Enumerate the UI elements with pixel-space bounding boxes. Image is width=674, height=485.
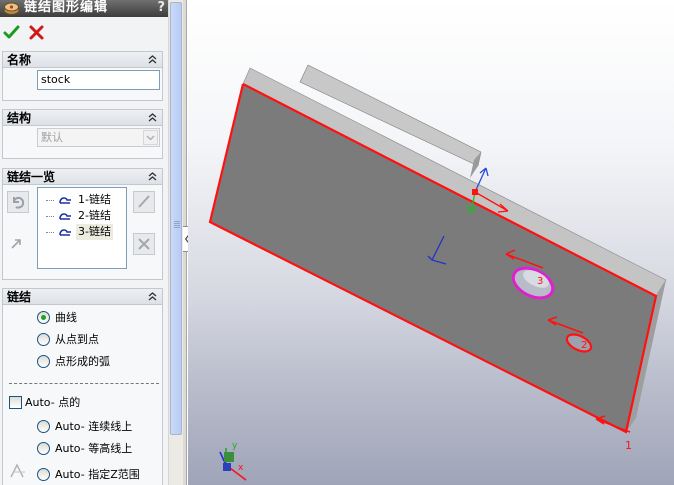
reverse-link-button[interactable] <box>9 235 25 251</box>
hole-3-label: 3 <box>537 276 543 287</box>
link-list[interactable]: 1-链结 2-链结 3-链结 <box>37 187 127 269</box>
link-group: 链结 曲线 从点到点 点形成的弧 Auto- 点的 Auto- 连续线上 Aut… <box>2 288 163 485</box>
help-button[interactable]: ? <box>157 0 165 16</box>
cancel-button[interactable] <box>28 24 45 41</box>
panel-scrollbar[interactable] <box>168 0 183 485</box>
view-triad[interactable]: y x <box>219 441 247 481</box>
edge-1-label: 1 <box>625 439 632 452</box>
dropdown-arrow-icon[interactable] <box>143 130 158 145</box>
radio-button[interactable] <box>37 442 50 455</box>
name-group-header[interactable]: 名称 <box>3 52 162 68</box>
structure-select-value: 默认 <box>41 131 63 144</box>
collapse-icon[interactable] <box>147 291 158 302</box>
radio-label: 曲线 <box>55 311 77 324</box>
arrow-icon <box>11 239 21 249</box>
list-item[interactable]: 2-链结 <box>42 208 126 224</box>
checkbox[interactable] <box>9 396 22 409</box>
name-group: 名称 stock <box>2 51 163 101</box>
separator <box>9 383 159 384</box>
radio-label: Auto- 连续线上 <box>55 420 133 433</box>
tree-line <box>46 232 54 233</box>
undo-link-button[interactable] <box>7 191 29 213</box>
collapse-icon[interactable] <box>147 171 158 182</box>
link-icon <box>59 213 71 220</box>
radio-button[interactable] <box>37 333 50 346</box>
radio-button[interactable] <box>37 311 50 324</box>
start-point-marker[interactable] <box>472 189 478 195</box>
axis-x-label: x <box>238 463 244 473</box>
link-icon <box>59 197 71 204</box>
collapse-icon[interactable] <box>147 112 158 123</box>
tree-line <box>46 200 54 201</box>
app-icon <box>3 2 20 15</box>
list-item-label: 3-链结 <box>76 224 113 240</box>
radio-button[interactable] <box>37 420 50 433</box>
checkmark-icon <box>3 25 20 39</box>
structure-select[interactable]: 默认 <box>37 128 160 147</box>
link-group-title: 链结 <box>7 290 32 304</box>
list-item[interactable]: 3-链结 <box>42 224 126 240</box>
tree-line <box>46 216 54 217</box>
link-group-header[interactable]: 链结 <box>3 289 162 305</box>
link-list-group-title: 链结一览 <box>7 170 56 184</box>
radio-label: Auto- 等高线上 <box>55 442 133 455</box>
panel-header: 链结图形编辑 ? <box>0 0 168 17</box>
radio-button[interactable] <box>37 355 50 368</box>
name-group-title: 名称 <box>7 53 32 67</box>
structure-group-header[interactable]: 结构 <box>3 110 162 126</box>
graphics-viewport[interactable]: 3 2 1 y x <box>188 0 674 485</box>
structure-group: 结构 默认 <box>2 109 163 159</box>
property-manager-panel: 链结图形编辑 ? 名称 stock 结构 默认 链结一览 1-链结 2-链结 3… <box>0 0 168 485</box>
radio-label: Auto- 指定Z范围 <box>55 468 140 481</box>
hole-2-label: 2 <box>581 340 587 351</box>
collapse-icon[interactable] <box>147 54 158 65</box>
ok-button[interactable] <box>3 24 20 41</box>
radio-button[interactable] <box>37 468 50 481</box>
list-item[interactable]: 1-链结 <box>42 192 126 208</box>
axis-y-label: y <box>232 441 238 451</box>
link-list-group: 链结一览 1-链结 2-链结 3-链结 <box>2 168 163 280</box>
list-item-label: 2-链结 <box>78 209 111 222</box>
name-input[interactable]: stock <box>37 70 160 90</box>
close-icon <box>29 25 44 40</box>
model-canvas[interactable]: 3 2 1 y x <box>188 0 674 485</box>
edit-link-button[interactable] <box>133 191 155 213</box>
checkbox-label: Auto- 点的 <box>25 396 81 409</box>
grip-icon <box>174 221 180 229</box>
radio-label: 点形成的弧 <box>55 355 110 368</box>
link-icon <box>59 229 71 236</box>
scrollbar-thumb[interactable] <box>170 2 182 435</box>
structure-group-title: 结构 <box>7 111 32 125</box>
radio-label: 从点到点 <box>55 333 99 346</box>
link-list-group-header[interactable]: 链结一览 <box>3 169 162 185</box>
list-item-label: 1-链结 <box>78 193 111 206</box>
delete-link-button[interactable] <box>133 233 155 255</box>
z-range-icon <box>10 463 25 478</box>
panel-title: 链结图形编辑 <box>24 0 109 15</box>
